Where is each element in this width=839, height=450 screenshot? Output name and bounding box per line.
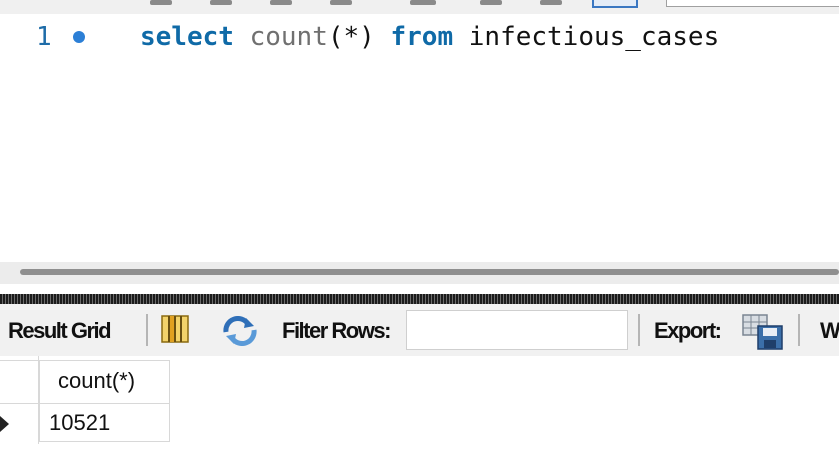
row-pointer-icon	[0, 416, 9, 432]
filter-rows-label: Filter Rows:	[282, 318, 391, 343]
filter-rows-input[interactable]	[406, 310, 628, 350]
toolbar-icon-6[interactable]	[480, 0, 502, 5]
function-count: count	[249, 22, 328, 52]
result-toolbar: Result Grid Filter Rows: Export: W	[0, 304, 839, 356]
keyword-select: select	[140, 22, 234, 52]
line-number: 1	[36, 22, 52, 52]
export-label: Export:	[654, 318, 722, 343]
toolbar-separator	[798, 314, 800, 346]
top-toolbar	[0, 0, 839, 14]
export-save-icon[interactable]	[742, 314, 786, 350]
sql-editor[interactable]: 1 select count(*) from infectious_cases	[0, 14, 839, 254]
toolbar-icon-2[interactable]	[210, 0, 232, 5]
wrap-cell-label[interactable]: W	[820, 318, 839, 344]
toolbar-separator	[638, 314, 640, 346]
scrollbar-thumb[interactable]	[20, 269, 839, 275]
table-name: infectious_cases	[468, 22, 720, 52]
toolbar-search-input[interactable]	[666, 0, 839, 7]
result-grid-tab[interactable]: Result Grid	[8, 318, 112, 344]
result-grid[interactable]: count(*) 10521	[0, 356, 839, 450]
refresh-icon[interactable]	[220, 316, 260, 346]
toolbar-separator	[146, 314, 148, 346]
panel-splitter[interactable]	[0, 294, 839, 304]
toolbar-icon-3[interactable]	[270, 0, 292, 5]
toolbar-toggle-button[interactable]	[592, 0, 638, 8]
line-bullet-icon	[73, 31, 85, 43]
grid-corner[interactable]	[0, 360, 38, 404]
function-args: (*)	[327, 22, 375, 52]
keyword-from: from	[390, 22, 454, 52]
horizontal-scrollbar[interactable]	[0, 254, 839, 292]
toolbar-icon-1[interactable]	[150, 0, 172, 5]
toolbar-icon-7[interactable]	[540, 0, 562, 5]
toolbar-icon-5[interactable]	[410, 0, 436, 5]
code-line-1[interactable]: select count(*) from infectious_cases	[140, 22, 719, 52]
table-cell[interactable]: 10521	[39, 404, 170, 442]
column-header-count[interactable]: count(*)	[39, 360, 170, 404]
toolbar-icon-4[interactable]	[330, 0, 352, 5]
grid-columns-icon[interactable]	[160, 314, 190, 344]
